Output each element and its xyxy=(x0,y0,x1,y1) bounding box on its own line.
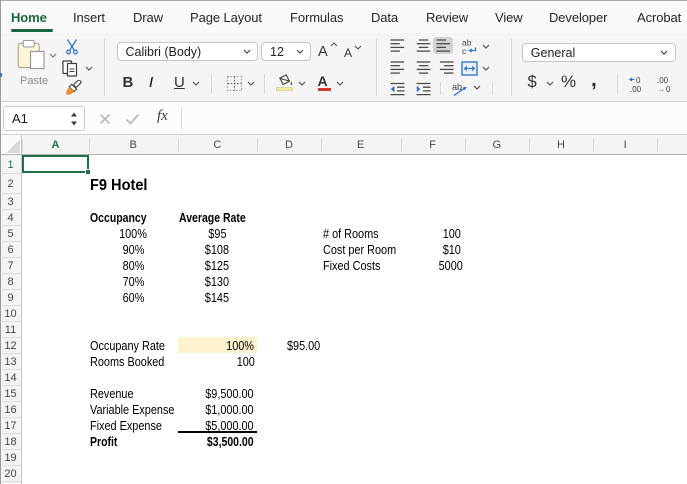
svg-text:.00: .00 xyxy=(630,85,642,93)
svg-text:→: → xyxy=(657,85,665,93)
svg-text:0: 0 xyxy=(636,76,641,85)
svg-text:0: 0 xyxy=(666,85,671,93)
svg-text:.00: .00 xyxy=(657,76,669,85)
